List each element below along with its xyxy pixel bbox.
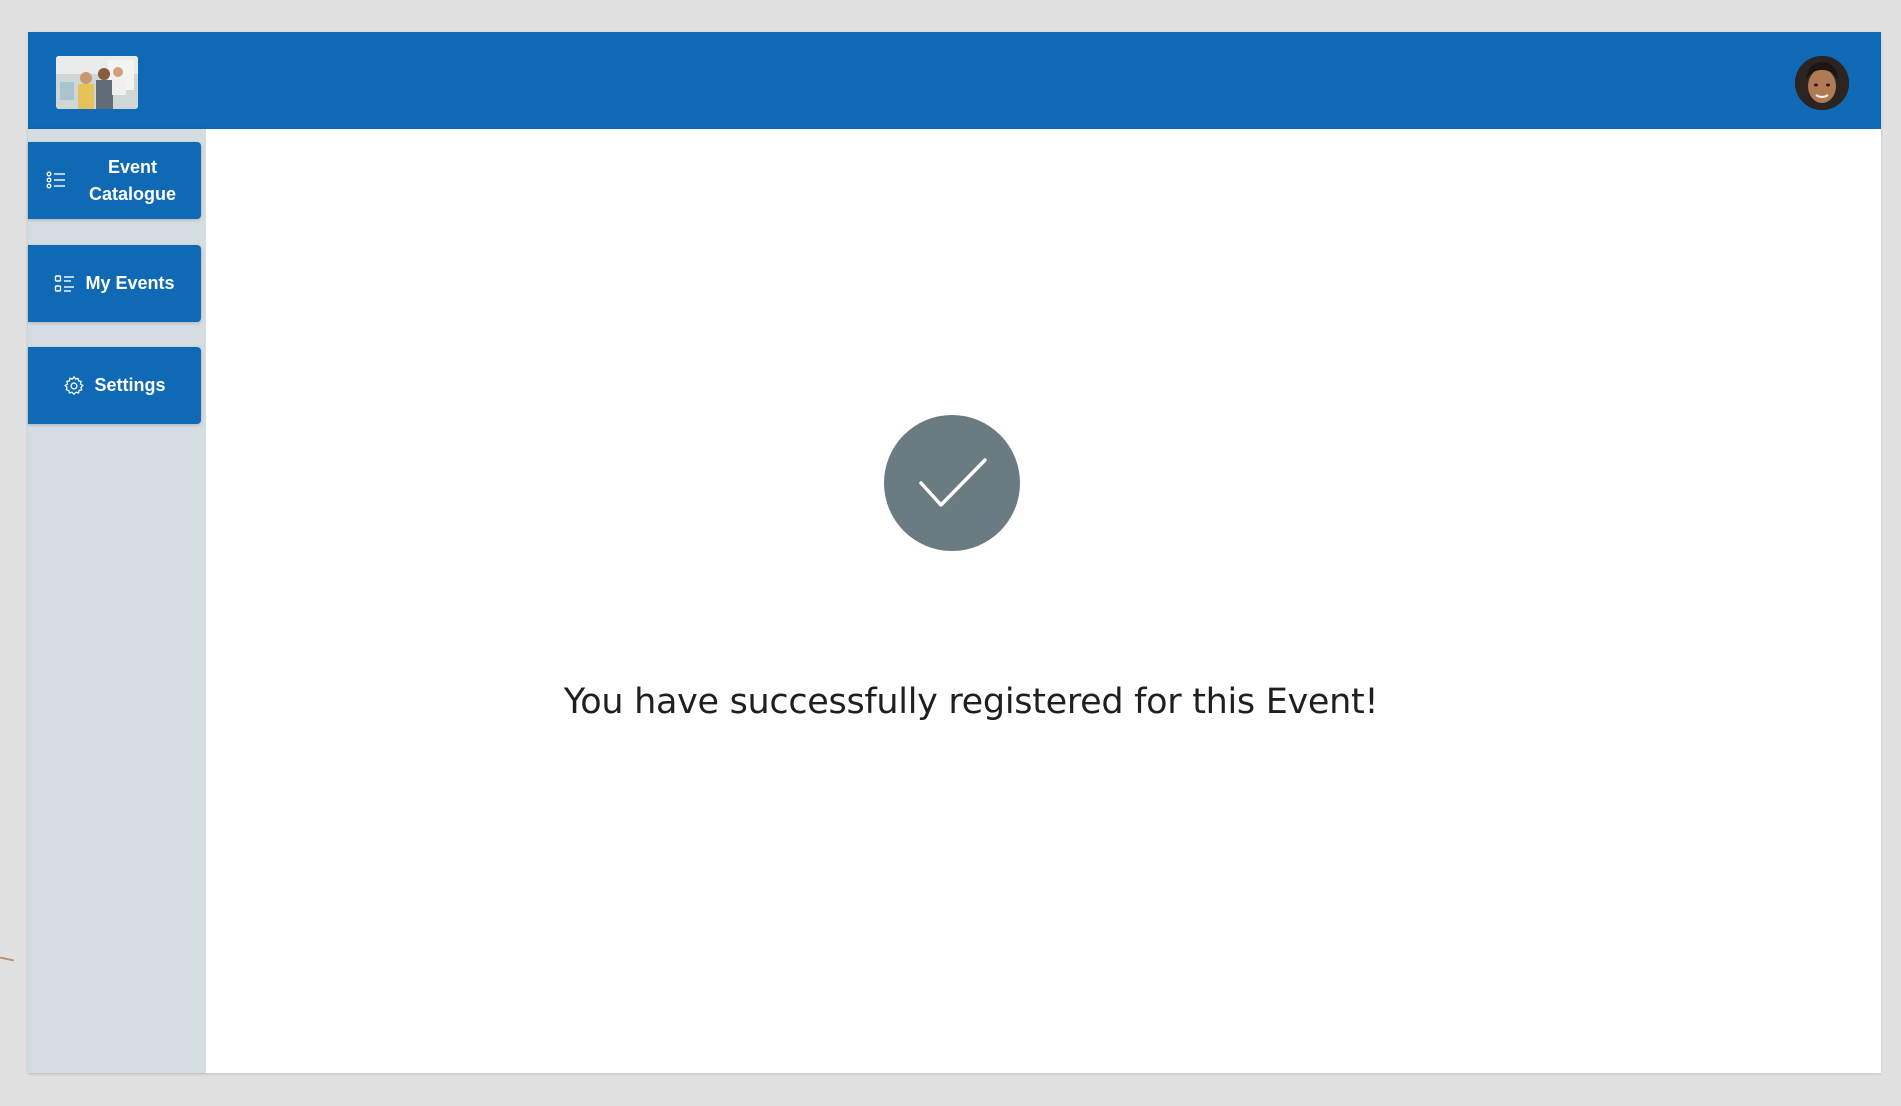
success-message: You have successfully registered for thi… — [563, 682, 1379, 722]
checklist-icon — [54, 273, 76, 295]
gear-icon — [63, 375, 85, 397]
sidebar-item-label: Event Catalogue — [88, 156, 176, 204]
sidebar-item-settings[interactable]: Settings — [28, 347, 201, 424]
top-header — [28, 32, 1881, 129]
check-icon — [919, 458, 987, 507]
logo[interactable] — [56, 56, 138, 109]
background-decoration — [0, 956, 15, 962]
app-window: Event Catalogue My Events Settings You h… — [28, 32, 1881, 1073]
sidebar-item-event-catalogue[interactable]: Event Catalogue — [28, 142, 201, 219]
main-content: You have successfully registered for thi… — [206, 129, 1881, 1073]
sidebar: Event Catalogue My Events Settings — [28, 129, 206, 1073]
sidebar-item-label: My Events — [85, 273, 175, 293]
success-badge — [884, 415, 1020, 551]
sidebar-item-label: Settings — [94, 375, 166, 395]
sidebar-item-my-events[interactable]: My Events — [28, 245, 201, 322]
list-icon — [45, 169, 67, 191]
user-avatar[interactable] — [1795, 56, 1849, 110]
